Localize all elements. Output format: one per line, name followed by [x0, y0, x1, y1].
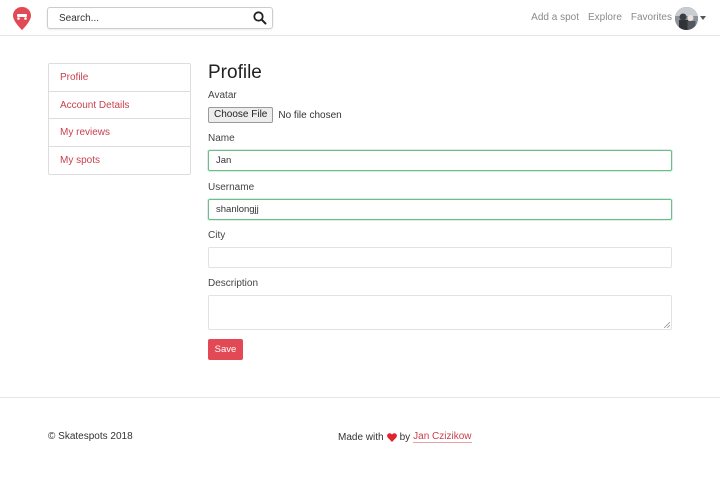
resize-grip-icon[interactable] — [664, 322, 670, 328]
heart-icon — [386, 432, 397, 442]
sidebar-item-my-reviews[interactable]: My reviews — [49, 119, 190, 147]
avatar-image — [675, 7, 698, 30]
description-label: Description — [208, 278, 259, 289]
file-status-text: No file chosen — [278, 109, 342, 121]
nav-add-spot-link[interactable]: Add a spot — [531, 12, 579, 23]
settings-sidebar: Profile Account Details My reviews My sp… — [48, 63, 191, 175]
sidebar-item-account-details[interactable]: Account Details — [49, 92, 190, 119]
page-title: Profile — [208, 62, 262, 83]
nav-explore-link[interactable]: Explore — [588, 12, 622, 23]
map-pin-logo-icon[interactable] — [13, 7, 31, 30]
by-text: by — [399, 431, 411, 443]
footer-copyright: © Skatespots 2018 — [48, 431, 133, 442]
search-box — [47, 7, 273, 29]
footer-divider — [0, 397, 720, 398]
avatar-label: Avatar — [208, 90, 237, 101]
nav-favorites-link[interactable]: Favorites — [631, 12, 672, 23]
avatar-file-input: Choose File No file chosen — [208, 107, 342, 123]
description-field[interactable] — [208, 295, 672, 330]
made-with-text: Made with — [338, 431, 384, 443]
user-avatar[interactable] — [675, 7, 698, 30]
city-label: City — [208, 230, 226, 241]
name-label: Name — [208, 133, 235, 144]
top-navbar: Add a spot Explore Favorites — [0, 0, 720, 36]
username-field[interactable] — [208, 199, 672, 220]
footer-credits: Made with by Jan Czizikow — [338, 431, 472, 443]
sidebar-item-my-spots[interactable]: My spots — [49, 147, 190, 175]
caret-down-icon[interactable] — [700, 16, 706, 20]
city-field[interactable] — [208, 247, 672, 268]
author-link[interactable]: Jan Czizikow — [413, 431, 472, 443]
save-button[interactable]: Save — [208, 339, 243, 360]
sidebar-item-profile[interactable]: Profile — [49, 64, 190, 92]
name-field[interactable] — [208, 150, 672, 171]
nav-links: Add a spot Explore Favorites — [531, 12, 672, 23]
username-label: Username — [208, 182, 255, 193]
search-input[interactable] — [48, 8, 248, 28]
choose-file-button[interactable]: Choose File — [208, 107, 274, 123]
search-icon[interactable] — [252, 10, 268, 26]
